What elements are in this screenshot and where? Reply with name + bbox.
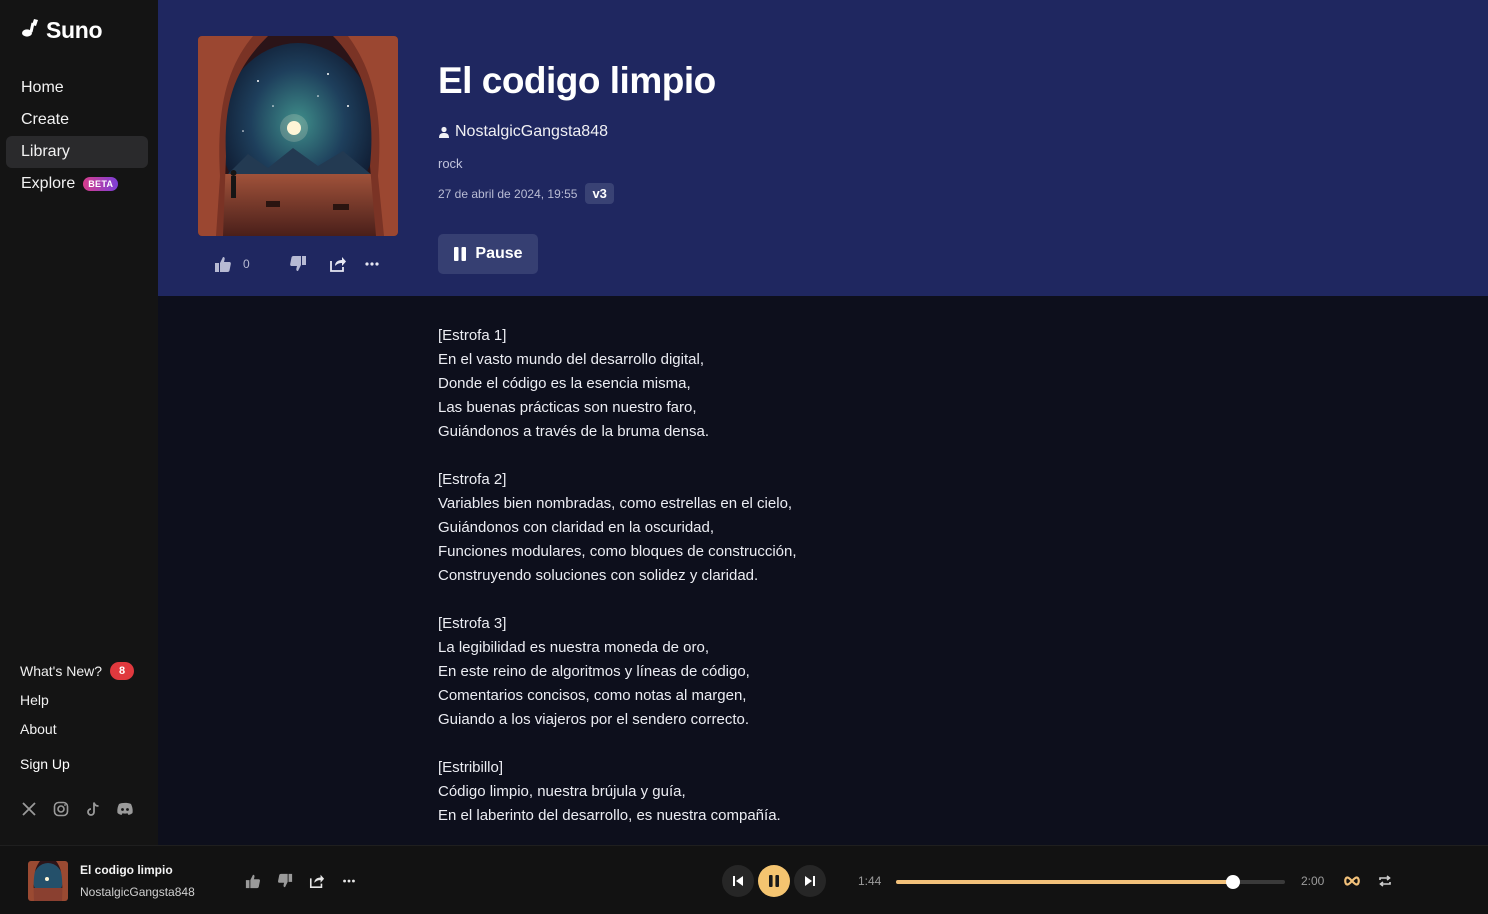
social-links: [20, 800, 134, 818]
thumbs-up-icon: [215, 257, 231, 272]
pause-button[interactable]: Pause: [438, 234, 538, 274]
share-icon: [329, 257, 346, 272]
nav-item-home[interactable]: Home: [6, 72, 148, 104]
player-artist[interactable]: NostalgicGangsta848: [80, 885, 195, 899]
next-track-button[interactable]: [794, 865, 826, 897]
player-cover-thumbnail[interactable]: [28, 861, 68, 901]
player-pause-button[interactable]: [758, 865, 790, 897]
previous-track-button[interactable]: [722, 865, 754, 897]
brand-name: Suno: [46, 17, 103, 43]
lyric-line: Guiando a los viajeros por el sendero co…: [438, 711, 750, 728]
elapsed-time: 1:44: [858, 874, 882, 888]
thumbs-down-icon: [278, 873, 293, 888]
more-icon: [365, 262, 379, 266]
lyric-line: Donde el código es la esencia misma,: [438, 375, 691, 392]
skip-forward-icon: [805, 876, 815, 886]
about-link[interactable]: About: [20, 714, 134, 743]
nav-item-label: Explore: [21, 175, 76, 192]
thumbs-up-icon: [245, 874, 260, 889]
user-icon: [439, 126, 449, 138]
progress-handle[interactable]: [1226, 875, 1241, 889]
nav-item-explore[interactable]: Explore BETA: [6, 168, 148, 200]
lyric-line: [Estrofa 3]: [438, 615, 507, 632]
song-title: El codigo limpio: [438, 60, 716, 101]
progress-bar[interactable]: [896, 875, 1285, 889]
main-nav: Home Create Library Explore BETA: [6, 72, 148, 200]
sidebar: Suno Home Create Library Explore BETA Wh…: [0, 0, 158, 845]
repeat-icon: [1379, 875, 1391, 887]
whats-new-link[interactable]: What's New? 8: [20, 656, 135, 685]
created-date: 27 de abril de 2024, 19:55: [438, 186, 578, 201]
pause-label: Pause: [475, 245, 523, 262]
nav-item-library[interactable]: Library: [6, 136, 148, 168]
model-version-badge: v3: [585, 183, 614, 204]
tiktok-icon[interactable]: [84, 800, 102, 818]
more-options-button[interactable]: [362, 254, 382, 274]
suno-logo[interactable]: Suno: [20, 17, 103, 44]
song-meta: 27 de abril de 2024, 19:55 v3: [438, 183, 614, 204]
share-icon: [309, 874, 325, 889]
lyrics-section: [Estrofa 1] En el vasto mundo del desarr…: [438, 324, 1038, 828]
lyric-line: [438, 588, 1038, 612]
player-dislike-button[interactable]: [276, 872, 294, 890]
thumbs-down-icon: [289, 256, 306, 271]
nav-item-label: Library: [21, 143, 70, 160]
lyric-line: Variables bien nombradas, como estrellas…: [438, 495, 793, 512]
lyric-line: Guiándonos a través de la bruma densa.: [438, 423, 710, 440]
beta-badge: BETA: [83, 177, 119, 191]
lyric-line: Funciones modulares, como bloques de con…: [438, 543, 797, 560]
player-like-button[interactable]: [244, 872, 262, 890]
nav-item-label: Home: [21, 79, 64, 96]
player-bar: El codigo limpio NostalgicGangsta848 1:4…: [0, 845, 1488, 914]
player-share-button[interactable]: [308, 872, 326, 890]
artist-link[interactable]: NostalgicGangsta848: [438, 123, 608, 141]
progress-fill: [896, 880, 1234, 884]
genre-tag[interactable]: rock: [438, 156, 463, 171]
lyric-line: Guiándonos con claridad en la oscuridad,: [438, 519, 715, 536]
lyric-line: La legibilidad es nuestra moneda de oro,: [438, 639, 710, 656]
lyric-line: Construyendo soluciones con solidez y cl…: [438, 567, 759, 584]
nav-item-create[interactable]: Create: [6, 104, 148, 136]
lyric-line: [Estribillo]: [438, 759, 504, 776]
lyric-line: [438, 444, 1038, 468]
lyric-line: [Estrofa 1]: [438, 327, 507, 344]
instagram-icon[interactable]: [52, 800, 70, 818]
lyric-line: En este reino de algoritmos y líneas de …: [438, 663, 750, 680]
lyric-line: Código limpio, nuestra brújula y guía,: [438, 783, 686, 800]
skip-back-icon: [733, 876, 743, 886]
share-button[interactable]: [328, 254, 348, 274]
lyric-line: Las buenas prácticas son nuestro faro,: [438, 399, 697, 416]
lyric-line: En el vasto mundo del desarrollo digital…: [438, 351, 704, 368]
secondary-nav: What's New? 8 Help About: [20, 656, 135, 743]
total-duration: 2:00: [1301, 874, 1325, 888]
help-link[interactable]: Help: [20, 685, 134, 714]
like-count: 0: [243, 257, 250, 271]
lyric-line: [438, 732, 1038, 756]
whats-new-label: What's New?: [20, 662, 103, 679]
dislike-button[interactable]: [288, 254, 308, 274]
whats-new-count-badge: 8: [110, 661, 135, 680]
more-icon: [343, 879, 355, 883]
lyric-line: En el laberinto del desarrollo, es nuest…: [438, 807, 781, 824]
pause-icon: [769, 875, 779, 887]
player-more-button[interactable]: [340, 872, 358, 890]
artist-name: NostalgicGangsta848: [455, 123, 608, 140]
sign-up-link[interactable]: Sign Up: [20, 756, 70, 772]
infinite-loop-toggle[interactable]: [1343, 872, 1361, 890]
pause-icon: [454, 247, 467, 261]
player-actions: [244, 872, 358, 890]
song-header: 0 El codigo limpio NostalgicGangsta848 r…: [158, 0, 1488, 296]
x-icon[interactable]: [20, 800, 38, 818]
player-song-title[interactable]: El codigo limpio: [80, 863, 173, 877]
lyric-line: Comentarios concisos, como notas al marg…: [438, 687, 747, 704]
song-reactions: 0: [213, 254, 382, 274]
song-cover-art: [198, 36, 398, 236]
discord-icon[interactable]: [116, 800, 134, 818]
music-note-icon: [20, 17, 42, 44]
repeat-toggle[interactable]: [1376, 872, 1394, 890]
infinity-icon: [1344, 876, 1360, 886]
lyric-line: [Estrofa 2]: [438, 471, 507, 488]
like-button[interactable]: [213, 254, 233, 274]
nav-item-label: Create: [21, 111, 70, 128]
